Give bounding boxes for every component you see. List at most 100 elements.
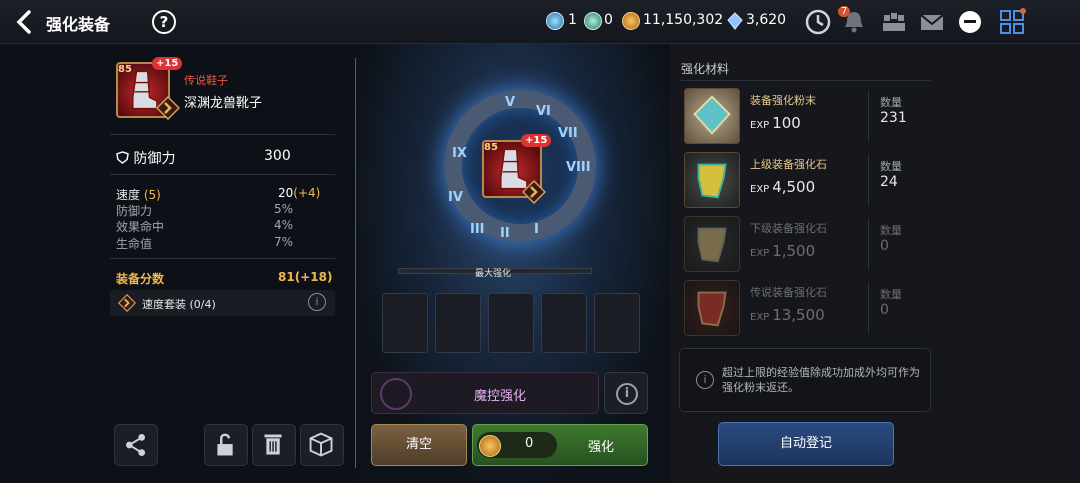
divider	[355, 58, 356, 468]
info-button[interactable]: i	[604, 372, 648, 414]
material-exp: EXP 1,500	[750, 242, 816, 260]
quantity-label: 数量	[880, 96, 902, 109]
divider	[110, 258, 335, 259]
material-name: 下级装备强化石	[750, 222, 827, 235]
rune-label: III	[470, 222, 485, 237]
rune-label: VII	[558, 126, 578, 141]
clock-icon[interactable]	[804, 8, 832, 36]
set-effect-row[interactable]: 速度套装 (0/4) i	[110, 290, 335, 316]
help-icon[interactable]: ?	[152, 10, 176, 34]
info-icon: i	[696, 371, 714, 389]
substat-label: 生命值	[116, 237, 153, 251]
magic-enhance-button[interactable]: 魔控强化	[371, 372, 599, 414]
quantity-value: 24	[880, 174, 898, 190]
random-button[interactable]	[300, 424, 344, 466]
divider	[110, 174, 335, 175]
crystal-icon	[727, 12, 743, 30]
rune-label: IX	[452, 146, 467, 161]
top-bar: 强化装备 ? 1 0 11,150,302 3,620 7	[0, 0, 1080, 44]
info-icon: i	[616, 383, 638, 405]
item-plus-badge: +15	[152, 57, 183, 70]
score-value: 81(+18)	[278, 270, 333, 284]
item-level: 85	[484, 142, 498, 153]
shield-icon	[116, 151, 129, 164]
rune-label: VIII	[566, 160, 591, 175]
divider	[110, 134, 335, 135]
mail-icon[interactable]	[918, 8, 946, 36]
enhance-label: 强化	[588, 440, 615, 455]
material-item[interactable]: 下级装备强化石 EXP 1,500 数量 0	[684, 214, 931, 274]
material-item[interactable]: 装备强化粉末 EXP 100 数量 231	[684, 86, 931, 146]
speed-set-icon	[522, 180, 546, 204]
stone-a-icon	[546, 12, 564, 30]
speed-set-icon	[156, 96, 180, 120]
item-plus-badge: +15	[521, 134, 552, 147]
crystal-count: 3,620	[746, 12, 787, 28]
divider	[868, 218, 869, 270]
superior-stone-icon	[684, 152, 740, 208]
trash-icon	[264, 434, 282, 455]
clear-button[interactable]: 清空	[371, 424, 467, 466]
chat-icon[interactable]	[956, 8, 984, 36]
substat-label: 防御力	[116, 204, 153, 218]
lesser-stone-icon	[684, 216, 740, 272]
speed-set-icon	[118, 294, 136, 312]
quantity-value: 0	[880, 238, 889, 254]
stone-b-count: 0	[604, 12, 613, 28]
main-stat-label: 防御力	[133, 151, 176, 167]
rune-label: II	[500, 226, 510, 241]
gold-count: 11,150,302	[643, 12, 724, 28]
lock-button[interactable]	[204, 424, 248, 466]
overflow-note-text: 超过上限的经验值除成功加成外均可作为强化粉末返还。	[722, 366, 920, 394]
stone-a-count: 1	[568, 12, 577, 28]
substat-value: 5%	[274, 202, 294, 216]
main-stat-value: 300	[264, 148, 291, 164]
info-icon[interactable]: i	[308, 293, 326, 311]
menu-grid-icon[interactable]	[998, 8, 1026, 36]
material-slot[interactable]	[382, 293, 428, 353]
legend-stone-icon	[684, 280, 740, 336]
rune-label: V	[505, 95, 516, 110]
share-button[interactable]	[114, 424, 158, 466]
delete-button[interactable]	[252, 424, 296, 466]
party-icon[interactable]	[880, 8, 908, 36]
rune-label: I	[534, 222, 539, 237]
quantity-label: 数量	[880, 224, 902, 237]
material-exp: EXP 100	[750, 114, 801, 132]
substat-label: 效果命中	[116, 220, 165, 234]
item-name: 深渊龙兽靴子	[184, 96, 263, 111]
overflow-note: i 超过上限的经验值除成功加成外均可作为强化粉末返还。	[679, 348, 931, 412]
quantity-label: 数量	[880, 288, 902, 301]
magic-orb-icon	[380, 378, 412, 410]
material-exp: EXP 13,500	[750, 306, 825, 324]
gold-icon	[479, 435, 501, 457]
unlock-icon	[217, 433, 233, 456]
score-label: 装备分数	[116, 272, 165, 286]
divider	[868, 90, 869, 142]
rune-label: VI	[536, 104, 551, 119]
substat-value: 7%	[274, 235, 294, 249]
quantity-value: 231	[880, 110, 907, 126]
material-name: 传说装备强化石	[750, 286, 827, 299]
material-item[interactable]: 传说装备强化石 EXP 13,500 数量 0	[684, 278, 931, 338]
back-arrow-icon[interactable]	[12, 9, 38, 35]
material-slot[interactable]	[488, 293, 534, 353]
material-name: 装备强化粉末	[750, 94, 816, 107]
material-slot[interactable]	[435, 293, 481, 353]
magic-enhance-label: 魔控强化	[474, 389, 527, 404]
quantity-label: 数量	[880, 160, 902, 173]
set-effect-label: 速度套装 (0/4)	[142, 298, 216, 311]
substat-value: 4%	[274, 218, 294, 232]
substat-value: 20(+4)	[278, 186, 321, 200]
material-slot[interactable]	[541, 293, 587, 353]
share-icon	[126, 434, 146, 456]
auto-register-button[interactable]: 自动登记	[718, 422, 894, 466]
substat-label: 速度 (5)	[116, 188, 161, 202]
rune-label: IV	[448, 190, 463, 205]
material-exp: EXP 4,500	[750, 178, 816, 196]
enhance-button[interactable]: 0 强化	[472, 424, 648, 466]
item-grade: 传说鞋子	[184, 74, 228, 87]
material-slot[interactable]	[594, 293, 640, 353]
divider	[868, 154, 869, 206]
material-item[interactable]: 上级装备强化石 EXP 4,500 数量 24	[684, 150, 931, 210]
